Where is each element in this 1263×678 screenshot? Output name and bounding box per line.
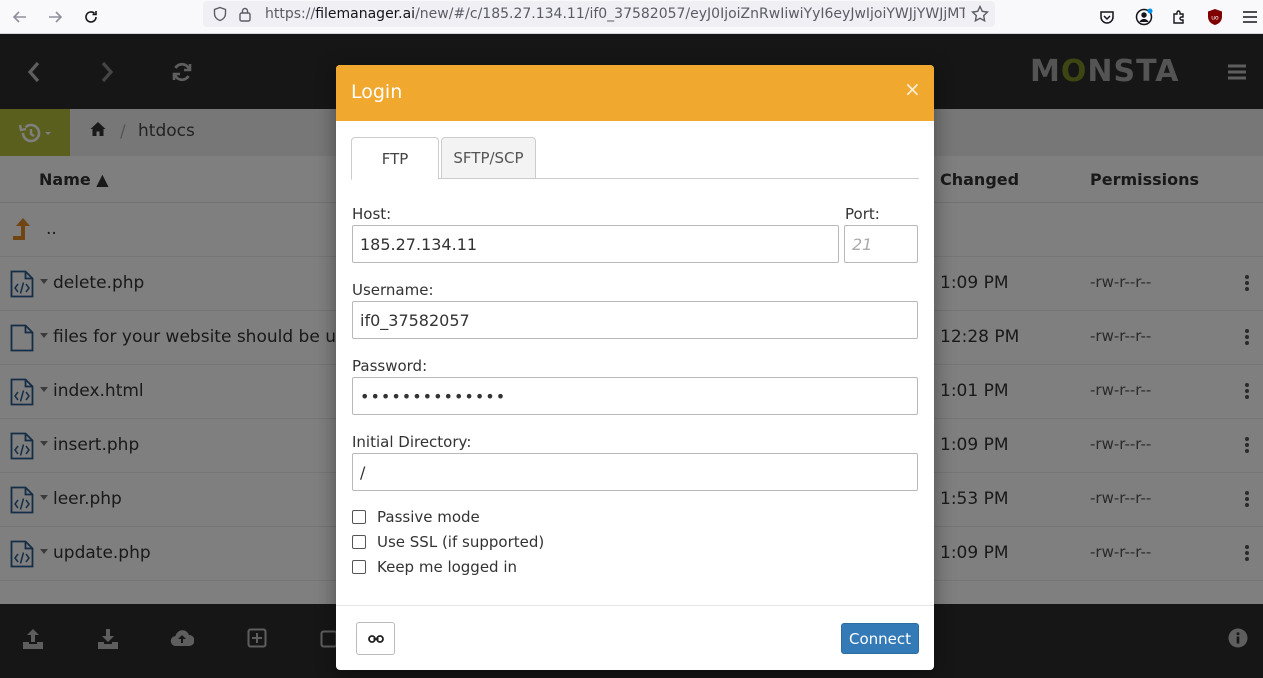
checkbox-box[interactable] <box>352 510 366 524</box>
pocket-icon[interactable] <box>1093 3 1121 31</box>
checkbox-box[interactable] <box>352 560 366 574</box>
password-input[interactable] <box>352 377 918 415</box>
browser-back-icon[interactable] <box>6 3 34 31</box>
account-icon[interactable] <box>1130 3 1158 31</box>
host-label: Host: <box>352 205 392 223</box>
keep-logged-in-checkbox[interactable]: Keep me logged in <box>352 557 517 577</box>
lock-icon[interactable] <box>238 6 252 26</box>
link-icon <box>367 629 384 648</box>
tracking-shield-icon[interactable] <box>212 6 228 26</box>
tab-ftp[interactable]: FTP <box>351 137 439 180</box>
password-label: Password: <box>352 357 428 375</box>
protocol-tabs: FTP SFTP/SCP <box>351 137 919 180</box>
username-label: Username: <box>352 281 434 299</box>
connect-button[interactable]: Connect <box>841 623 919 654</box>
checkbox-label: Keep me logged in <box>377 558 518 576</box>
extensions-icon[interactable] <box>1165 3 1193 31</box>
checkbox-label: Passive mode <box>377 508 480 526</box>
port-input[interactable] <box>844 225 918 263</box>
passive-mode-checkbox[interactable]: Passive mode <box>352 507 480 527</box>
url-text: https://filemanager.ai/new/#/c/185.27.13… <box>265 6 965 22</box>
initial-directory-input[interactable] <box>352 453 918 491</box>
dialog-title: Login <box>351 81 403 103</box>
browser-forward-icon[interactable] <box>41 3 69 31</box>
dialog-footer: Connect <box>336 605 934 670</box>
close-icon[interactable]: × <box>904 77 921 101</box>
username-input[interactable] <box>352 301 918 339</box>
use-ssl-checkbox[interactable]: Use SSL (if supported) <box>352 532 544 552</box>
browser-reload-icon[interactable] <box>77 3 105 31</box>
host-input[interactable] <box>352 225 839 263</box>
tab-sftp[interactable]: SFTP/SCP <box>441 137 536 179</box>
checkbox-box[interactable] <box>352 535 366 549</box>
svg-text:uo: uo <box>1211 15 1219 22</box>
bookmark-star-icon[interactable] <box>970 4 990 27</box>
connection-link-button[interactable] <box>356 622 395 655</box>
browser-toolbar: https://filemanager.ai/new/#/c/185.27.13… <box>0 0 1263 34</box>
ublock-icon[interactable]: uo <box>1201 3 1229 31</box>
address-bar[interactable]: https://filemanager.ai/new/#/c/185.27.13… <box>203 1 995 27</box>
login-dialog-header: Login × <box>336 65 934 121</box>
login-dialog: Login × FTP SFTP/SCP Host: Port: Usernam… <box>336 65 934 670</box>
initial-directory-label: Initial Directory: <box>352 433 472 451</box>
port-label: Port: <box>845 205 880 223</box>
browser-menu-icon[interactable] <box>1236 3 1263 31</box>
checkbox-label: Use SSL (if supported) <box>377 533 545 551</box>
